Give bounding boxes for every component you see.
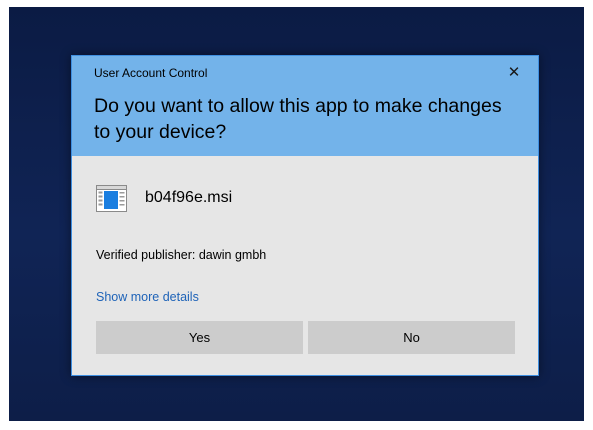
publisher-label: Verified publisher: dawin gmbh xyxy=(96,248,267,262)
dialog-title: User Account Control xyxy=(94,66,208,80)
app-name: b04f96e.msi xyxy=(145,189,233,206)
desktop-background: User Account Control ✕ Do you want to al… xyxy=(9,7,584,421)
dialog-question: Do you want to allow this app to make ch… xyxy=(94,95,502,143)
show-more-details-link[interactable]: Show more details xyxy=(96,290,199,304)
app-info-row: b04f96e.msi xyxy=(96,183,232,213)
dialog-header: User Account Control ✕ Do you want to al… xyxy=(72,56,538,156)
yes-button[interactable]: Yes xyxy=(96,321,303,354)
installer-package-icon xyxy=(96,184,127,212)
uac-dialog: User Account Control ✕ Do you want to al… xyxy=(71,55,539,376)
no-button[interactable]: No xyxy=(308,321,515,354)
close-button[interactable]: ✕ xyxy=(504,62,524,82)
